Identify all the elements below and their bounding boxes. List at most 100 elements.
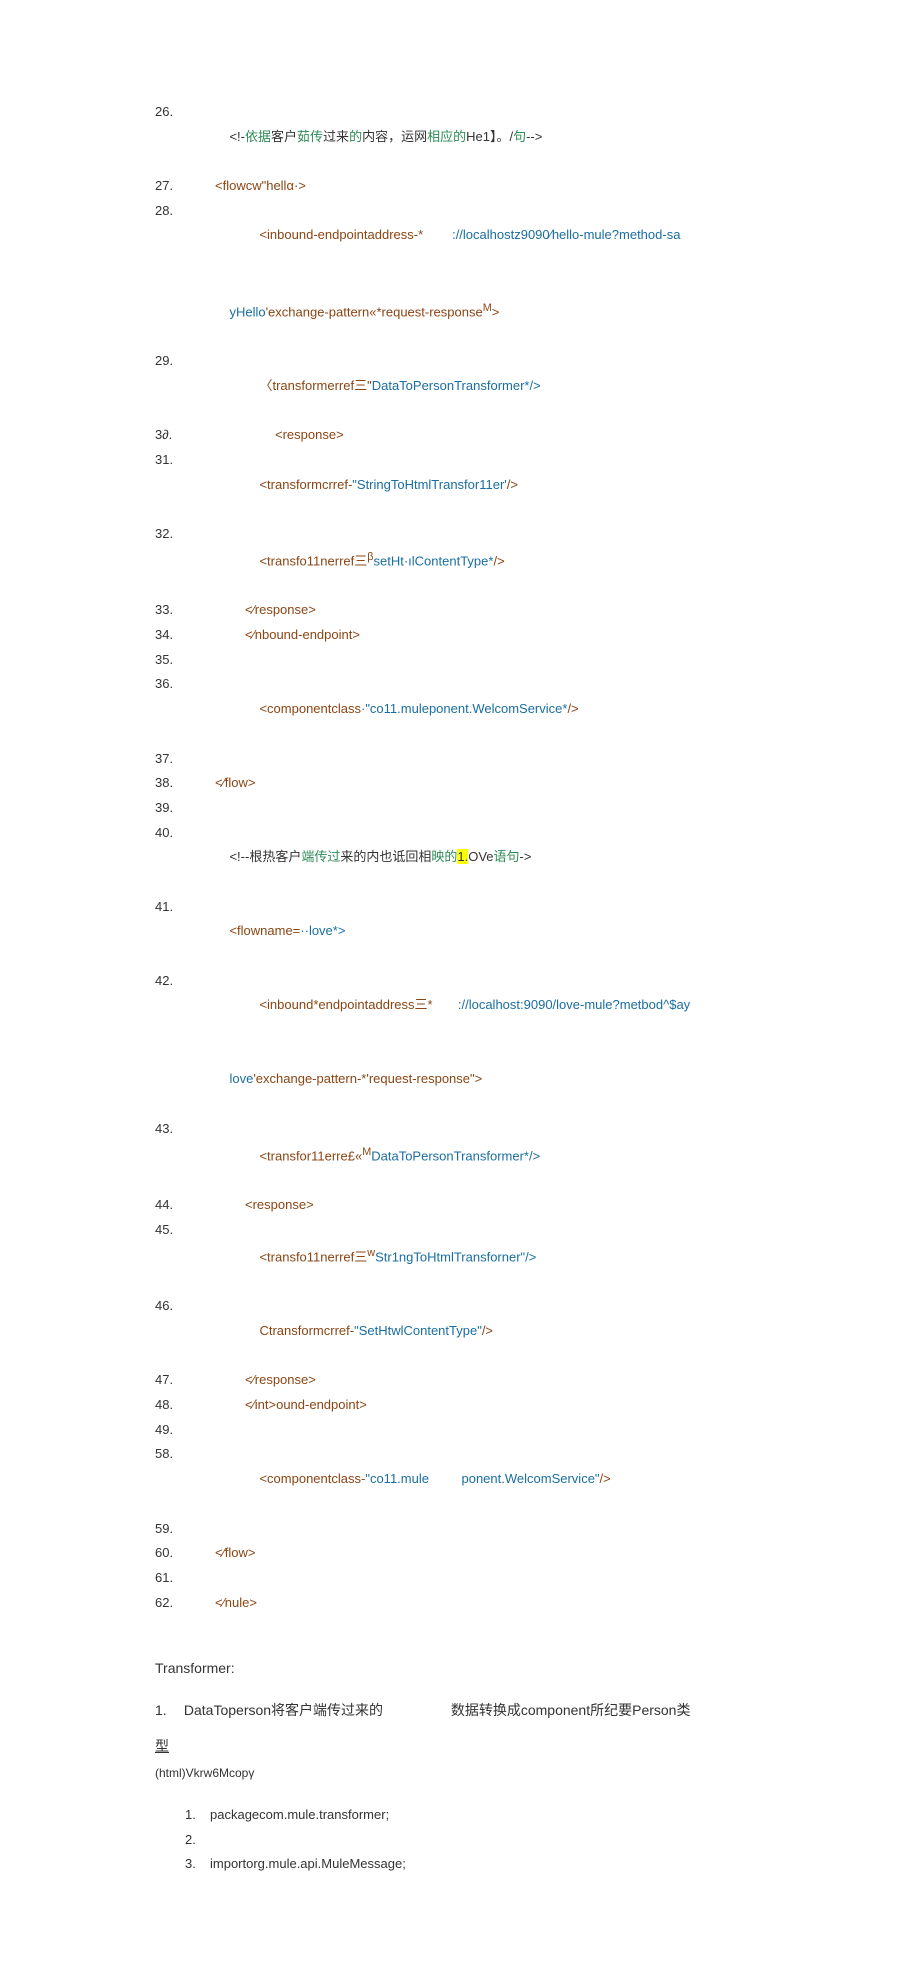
code-content: <⁄int>ound-endpoint> [185,1393,765,1418]
code-line: 48. <⁄int>ound-endpoint> [155,1393,765,1418]
code-content: <transfor11erre£«MDataToPersonTransforme… [185,1117,765,1193]
code-content: <transfo11nerref三wStr1ngToHtmlTransforne… [185,1218,765,1294]
code-line: 34. <⁄nbound-endpoint> [155,623,765,648]
code-content: packagecom.mule.transformer; [210,1803,765,1828]
text: OVe [468,849,493,864]
text: 客户 [271,129,297,144]
text: "co11.mule [365,1471,429,1486]
gap [429,1471,462,1486]
code-content: <response> [185,1193,765,1218]
code-line: 61. [155,1566,765,1591]
text: /> [507,477,518,492]
code-line: 44. <response> [155,1193,765,1218]
code-line: 45. <transfo11nerref三wStr1ngToHtmlTransf… [155,1218,765,1294]
text: 数据转换成component所纪要Person类 [451,1702,691,1718]
line-number: 3. [185,1852,210,1877]
line-number: 39. [155,796,185,821]
text: <flowname= [229,923,300,938]
text: ://localhost:9090/love-mule?metbod^$ay [458,997,690,1012]
highlighted-text: 1. [457,849,468,864]
text: 三* [415,997,433,1012]
code-content: importorg.mule.api.MuleMessage; [210,1852,765,1877]
text: <componentclass- [259,1471,365,1486]
text: 相应的 [427,129,466,144]
code-content: <!--根热客户端传过来的内也诋回相映的1.OVe语句-> [185,821,765,895]
text: <transfo11nerref [259,1249,354,1264]
text: DataToPersonTransformer*/> [371,1148,540,1163]
text: "StringToHtmlTransfor11er' [352,477,506,492]
code-line: 38. <⁄flow> [155,771,765,796]
text: <transfor11erre£« [259,1148,362,1163]
text: 端传过 [301,849,340,864]
text: DataToPersonTransformer*/> [372,378,541,393]
code-line: 47. <⁄response> [155,1368,765,1393]
text: --> [526,129,542,144]
gap [433,997,458,1012]
line-number: 37. [155,747,185,772]
line-number: 44. [155,1193,185,1218]
text: DataToperson将客户端传过来的 [184,1697,383,1724]
gap [423,227,452,242]
paragraph-cont: 型 [155,1733,765,1760]
text: 三 [354,553,367,568]
text: 映的 [431,849,457,864]
code-line: 37. [155,747,765,772]
text: 型 [155,1738,169,1754]
list-number: 1. [155,1697,180,1724]
paragraph: 1. DataToperson将客户端传过来的 数据转换成component所纪… [155,1697,765,1724]
code-line: 42. <inbound*endpointaddress三* ://localh… [155,969,765,1043]
code-content: <inbound*endpointaddress三* ://localhost:… [185,969,765,1043]
line-number: 26. [155,100,185,125]
text: 三" [354,378,372,393]
code-content: <inbound-endpointaddress-* ://localhostz… [185,199,765,273]
text: 'exchange-pattern-*'request-response"> [253,1071,482,1086]
text: /> [567,701,578,716]
code-content: <⁄nule> [185,1591,765,1616]
code-content: <⁄response> [185,598,765,623]
code-content: Ctransformcrref-"SetHtwlContentType"/> [185,1294,765,1368]
text: /> [493,553,504,568]
line-number: 38. [155,771,185,796]
text: <inbound*endpointaddress [259,997,414,1012]
code-line: 35. [155,648,765,673]
text: 内容，运网 [362,129,427,144]
text: -> [520,849,532,864]
text: ··love*> [300,923,345,938]
line-number: 34. [155,623,185,648]
code-line: 36. <componentclass·"co11.muleponent.Wel… [155,672,765,746]
line-number: 43. [155,1117,185,1142]
line-number: 2. [185,1828,210,1853]
code-line: 3. importorg.mule.api.MuleMessage; [185,1852,765,1877]
code-content: <⁄flow> [185,771,765,796]
text: Ctransformcrref- [259,1323,354,1338]
text: ponent.WelcomService" [461,1471,599,1486]
code-line: 62. <⁄nule> [155,1591,765,1616]
text: love [229,1071,253,1086]
line-number: 31. [155,448,185,473]
section-title: Transformer: [155,1655,765,1682]
code-line: 43. <transfor11erre£«MDataToPersonTransf… [155,1117,765,1193]
text: setHt·ılContentType* [374,553,494,568]
code-line: 1. packagecom.mule.transformer; [185,1803,765,1828]
sup: w [367,1247,375,1259]
line-number: 60. [155,1541,185,1566]
code-content: <⁄nbound-endpoint> [185,623,765,648]
line-number: 48. [155,1393,185,1418]
code-line: 58. <componentclass-"co11.mule ponent.We… [155,1442,765,1516]
text: <inbound-endpointaddress-* [259,227,423,242]
line-number: 28. [155,199,185,224]
text: 依据 [245,129,271,144]
code-line: 27. <flowcw"hellα·> [155,174,765,199]
code-content: <transformcrref-"StringToHtmlTransfor11e… [185,448,765,522]
code-content: <!-依据客户茹传过来的内容，运网相应的He1】。/句--> [185,100,765,174]
line-number: 59. [155,1517,185,1542]
code-content: <flowname=··love*> [185,895,765,969]
text: /> [600,1471,611,1486]
text: 三 [354,1249,367,1264]
code-wrap: love'exchange-pattern-*'request-response… [155,1043,765,1117]
code-content: <⁄flow> [185,1541,765,1566]
code-line: 3∂. <response> [155,423,765,448]
line-number: 35. [155,648,185,673]
text: <componentclass [259,701,361,716]
text: 来的内也诋回相 [340,849,431,864]
